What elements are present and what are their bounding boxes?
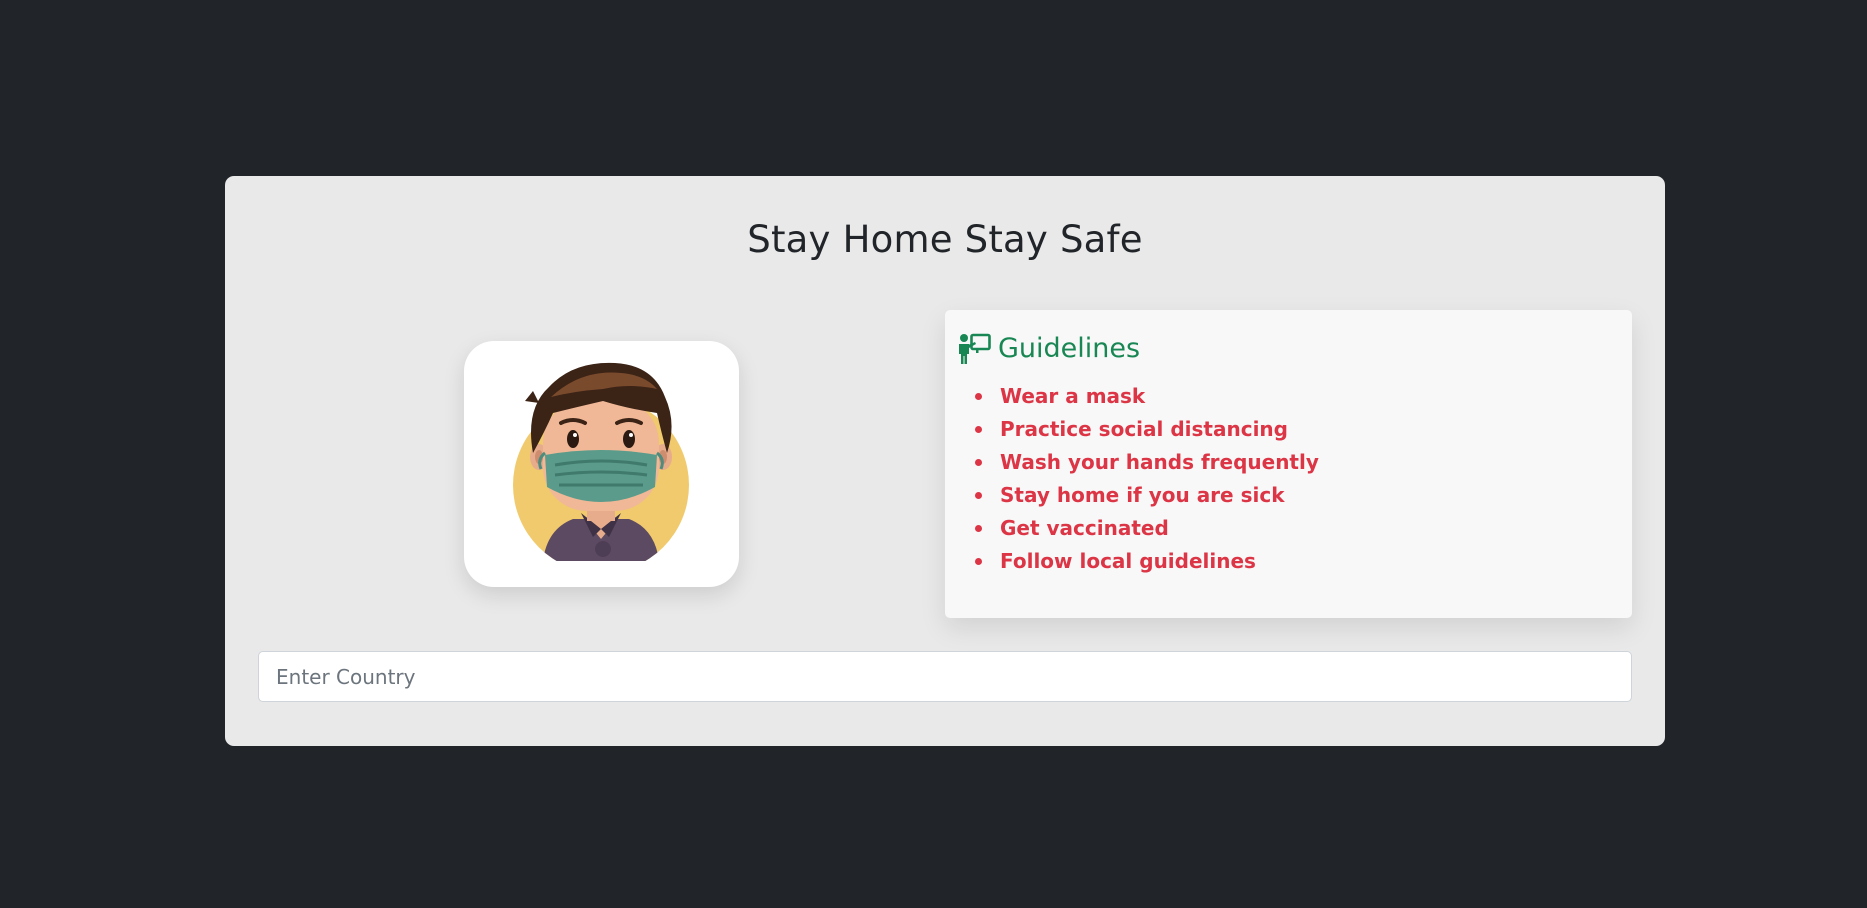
page-title: Stay Home Stay Safe bbox=[747, 218, 1143, 261]
country-input[interactable] bbox=[258, 651, 1632, 702]
list-item-text: Stay home if you are sick bbox=[1000, 483, 1285, 507]
list-item: Wear a mask bbox=[975, 380, 1319, 413]
bullet-icon bbox=[975, 393, 982, 400]
list-item: Follow local guidelines bbox=[975, 545, 1319, 578]
bullet-icon bbox=[975, 426, 982, 433]
list-item: Practice social distancing bbox=[975, 413, 1319, 446]
masked-person-illustration bbox=[513, 362, 689, 561]
list-item-text: Follow local guidelines bbox=[1000, 549, 1256, 573]
bullet-icon bbox=[975, 558, 982, 565]
list-item: Stay home if you are sick bbox=[975, 479, 1319, 512]
guidelines-header: Guidelines bbox=[957, 332, 1140, 366]
guidelines-card: Guidelines Wear a mask Practice social d… bbox=[945, 310, 1632, 618]
list-item-text: Wear a mask bbox=[1000, 384, 1146, 408]
bullet-icon bbox=[975, 492, 982, 499]
list-item-text: Get vaccinated bbox=[1000, 516, 1169, 540]
guidelines-title: Guidelines bbox=[998, 333, 1141, 364]
guidelines-list: Wear a mask Practice social distancing W… bbox=[975, 380, 1319, 578]
list-item-text: Wash your hands frequently bbox=[1000, 450, 1319, 474]
teacher-board-icon bbox=[959, 333, 991, 364]
list-item-text: Practice social distancing bbox=[1000, 417, 1288, 441]
bullet-icon bbox=[975, 525, 982, 532]
main-card: Stay Home Stay Safe Guidelines Wear a ma… bbox=[225, 176, 1665, 746]
list-item: Get vaccinated bbox=[975, 512, 1319, 545]
list-item: Wash your hands frequently bbox=[975, 446, 1319, 479]
avatar-card bbox=[464, 341, 739, 587]
bullet-icon bbox=[975, 459, 982, 466]
